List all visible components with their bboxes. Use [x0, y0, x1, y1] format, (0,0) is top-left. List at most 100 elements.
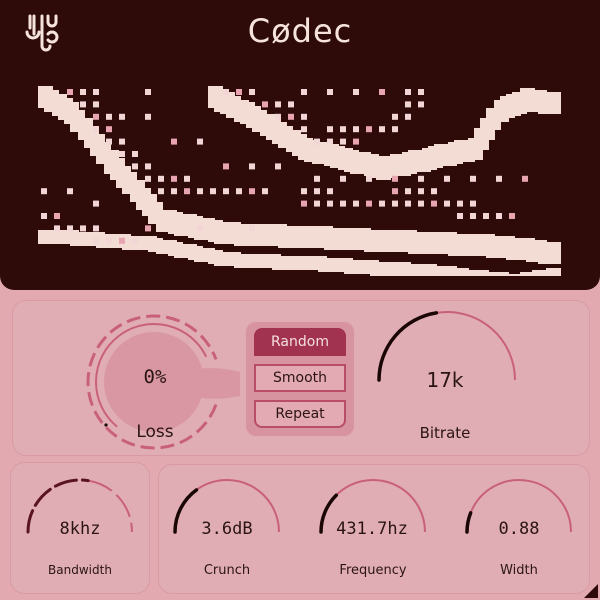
waveform-dot: [93, 101, 99, 108]
waveform-dot: [392, 200, 398, 207]
waveform-dot: [392, 113, 398, 120]
waveform-dot: [340, 175, 346, 182]
waveform-dot: [41, 213, 47, 219]
waveform-dot: [171, 175, 177, 182]
waveform-dot: [444, 200, 450, 207]
waveform-dot: [93, 225, 99, 232]
bandwidth-label: Bandwidth: [48, 563, 112, 577]
waveform-dot: [197, 188, 203, 195]
waveform-dot: [80, 225, 86, 232]
waveform-dot: [145, 113, 151, 120]
waveform-dot: [80, 101, 86, 108]
waveform-dot: [405, 200, 411, 207]
waveform-dot: [314, 138, 320, 145]
waveform-dot: [509, 213, 515, 219]
waveform-dot: [93, 113, 99, 120]
waveform-dot: [431, 200, 437, 207]
waveform-dot: [496, 175, 502, 182]
waveform-dot: [314, 200, 320, 207]
waveform-dot: [41, 188, 47, 195]
waveform-dot: [93, 200, 99, 207]
waveform-dot: [158, 188, 164, 195]
waveform-dot: [223, 89, 229, 95]
waveform-dot: [106, 138, 112, 145]
waveform-dot: [197, 138, 203, 145]
display-section: Cødec: [0, 0, 600, 290]
waveform-dot: [93, 126, 99, 133]
waveform-dot: [301, 126, 307, 133]
waveform-dot: [522, 175, 528, 182]
mode-repeat-button[interactable]: Repeat: [254, 400, 346, 428]
waveform-dot: [262, 101, 268, 108]
waveform-dot: [392, 175, 398, 182]
waveform-dot: [327, 126, 333, 133]
waveform-dot: [158, 175, 164, 182]
waveform-dot: [301, 200, 307, 207]
waveform-dot: [67, 225, 73, 232]
waveform-dot: [444, 175, 450, 182]
waveform-dot: [262, 188, 268, 195]
waveform-dot: [236, 188, 242, 195]
bitrate-label: Bitrate: [419, 424, 471, 442]
waveform-dot: [418, 89, 424, 95]
mode-selector: Random Smooth Repeat: [246, 322, 354, 436]
waveform-dot: [106, 113, 112, 120]
waveform-dot: [119, 237, 125, 244]
waveform-dot: [483, 213, 489, 219]
waveform-dot: [249, 89, 255, 95]
waveform-dot: [327, 200, 333, 207]
mode-random-button[interactable]: Random: [254, 328, 346, 356]
waveform-dot: [184, 188, 190, 195]
waveform-dot: [470, 200, 476, 207]
waveform-dot: [457, 213, 463, 219]
waveform-dot: [210, 188, 216, 195]
waveform-dot: [353, 138, 359, 145]
resize-handle[interactable]: [584, 584, 598, 598]
waveform-dot: [379, 200, 385, 207]
waveform-dot: [405, 89, 411, 95]
waveform-dot: [67, 89, 73, 95]
waveform-dot: [405, 101, 411, 108]
waveform-dot: [236, 89, 242, 95]
waveform-dot: [119, 113, 125, 120]
waveform-dot: [418, 200, 424, 207]
waveform-dot: [249, 188, 255, 195]
plugin-title: Cødec: [247, 12, 353, 50]
waveform-dot: [93, 89, 99, 95]
loss-value: 0%: [143, 366, 167, 388]
width-value: 0.88: [498, 519, 540, 539]
waveform-dot: [119, 151, 125, 157]
waveform-dot: [457, 200, 463, 207]
waveform-dot: [132, 151, 138, 157]
waveform-dot: [223, 188, 229, 195]
waveform-dot: [288, 113, 294, 120]
waveform-dot: [327, 89, 333, 95]
waveform-dot: [54, 225, 60, 232]
frequency-value: 431.7hz: [336, 519, 408, 539]
waveform-dot: [431, 188, 437, 195]
waveform-dot: [197, 225, 203, 232]
waveform-dot: [275, 101, 281, 108]
waveform-dot: [470, 175, 476, 182]
waveform-dot: [171, 138, 177, 145]
waveform-dot: [275, 163, 281, 170]
waveform-dot: [418, 175, 424, 182]
waveform-dot: [379, 89, 385, 95]
crunch-value: 3.6dB: [201, 519, 253, 539]
waveform-dot: [405, 188, 411, 195]
waveform-dot: [54, 213, 60, 219]
waveform-dot: [145, 89, 151, 95]
waveform-dot: [288, 101, 294, 108]
waveform-dot: [418, 101, 424, 108]
frequency-label: Frequency: [339, 563, 407, 578]
waveform-dot: [67, 188, 73, 195]
waveform-dot: [132, 237, 138, 244]
waveform-dot: [119, 138, 125, 145]
waveform-dot: [223, 163, 229, 170]
mode-smooth-button[interactable]: Smooth: [254, 364, 346, 392]
waveform-dot: [392, 188, 398, 195]
waveform-dot: [106, 126, 112, 133]
waveform-dot: [184, 175, 190, 182]
waveform-dot: [171, 188, 177, 195]
waveform-dot: [249, 163, 255, 170]
